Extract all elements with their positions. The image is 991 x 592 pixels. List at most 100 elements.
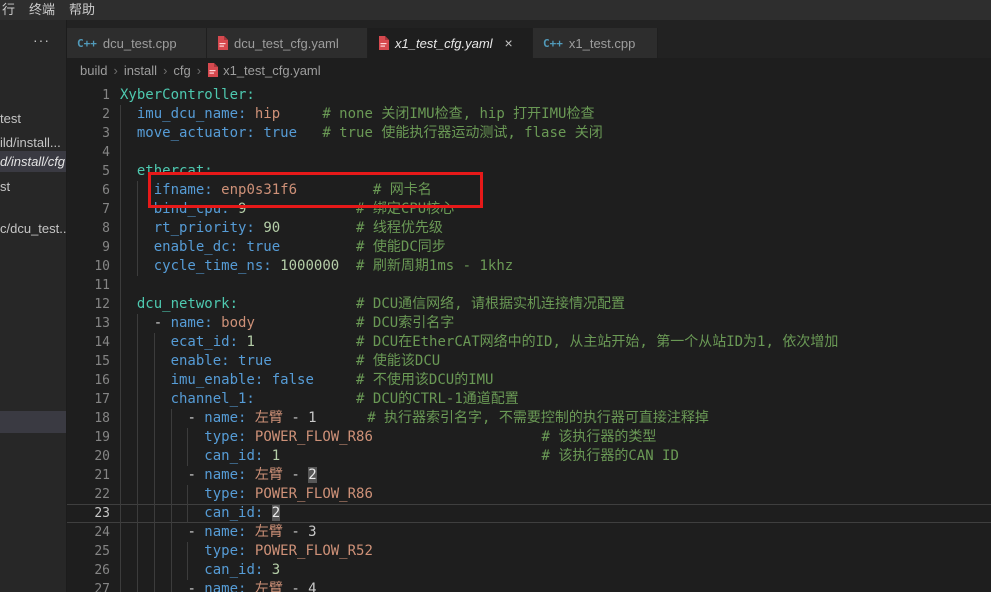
token-key: type: (204, 486, 246, 502)
token-plain (213, 315, 221, 331)
token-key: name: (171, 315, 213, 331)
token-key: type: (204, 543, 246, 559)
indent-guide-line (120, 485, 121, 504)
token-str: 左臂 (255, 467, 283, 483)
indent-guide-line (120, 352, 121, 371)
line-number: 26 (67, 561, 110, 580)
token-key: enable_dc: (154, 239, 238, 255)
token-plain (255, 315, 356, 331)
token-plain (246, 410, 254, 426)
indent-guide-line (171, 485, 172, 504)
breadcrumb-item-cfg[interactable]: cfg (173, 63, 190, 78)
breadcrumb-file-label: x1_test_cfg.yaml (223, 63, 321, 78)
token-cmt: # 使能该DCU (356, 353, 440, 369)
token-plain (280, 106, 322, 122)
token-plain (120, 353, 171, 369)
indent-guide-line (171, 428, 172, 447)
code-line: 6 ifname: enp0s31f6 # 网卡名 (67, 181, 991, 200)
code-editor[interactable]: 1XyberController:2 imu_dcu_name: hip # n… (67, 82, 991, 592)
menu-item-终端[interactable]: 终端 (29, 0, 55, 20)
line-number: 10 (67, 257, 110, 276)
token-plain (120, 391, 171, 407)
token-plain (120, 486, 204, 502)
indent-guide-line (137, 200, 138, 219)
breadcrumb-file[interactable]: x1_test_cfg.yaml (207, 63, 321, 78)
menu-item-行[interactable]: 行 (2, 0, 15, 20)
code-content: imu_enable: false # 不使用该DCU的IMU (120, 371, 493, 390)
indent-guide-line (137, 238, 138, 257)
code-content: imu_dcu_name: hip # none 关闭IMU检查, hip 打开… (120, 105, 594, 124)
cpp-file-icon: C++ (543, 37, 563, 50)
code-content: can_id: 1 # 该执行器的CAN ID (120, 447, 679, 466)
indent-guide-line (137, 409, 138, 428)
breadcrumb-item-build[interactable]: build (80, 63, 107, 78)
token-plain (272, 353, 356, 369)
indent-guide-line (120, 181, 121, 200)
indent-guide-line (171, 580, 172, 592)
token-cmt: # DCU索引名字 (356, 315, 454, 331)
code-line: 22 type: POWER_FLOW_R86 (67, 485, 991, 504)
token-key: can_id: (204, 448, 263, 464)
tab-x1_test_cfg.yaml[interactable]: x1_test_cfg.yaml× (368, 28, 533, 58)
indent-guide-line (137, 314, 138, 333)
token-plain (120, 543, 204, 559)
token-bool: true (238, 353, 272, 369)
code-content: channel_1: # DCU的CTRL-1通道配置 (120, 390, 519, 409)
list-item[interactable]: ild/install... (0, 132, 67, 153)
token-plain (246, 543, 254, 559)
code-content: ethercat: (120, 162, 213, 181)
sidebar: ··· test ild/install...d/install/cfg st c/d… (0, 20, 67, 592)
list-item[interactable]: st (0, 176, 67, 197)
indent-guide-line (154, 333, 155, 352)
list-item[interactable]: test (0, 108, 67, 129)
line-number: 23 (67, 504, 110, 523)
menu-item-帮助[interactable]: 帮助 (69, 0, 95, 20)
tab-x1_test.cpp[interactable]: C++x1_test.cpp (533, 28, 658, 58)
indent-guide-line (120, 238, 121, 257)
token-plain (297, 182, 373, 198)
token-num: 1 (272, 448, 280, 464)
indent-guide-line (120, 371, 121, 390)
editor-group: C++dcu_test.cppdcu_test_cfg.yamlx1_test_… (67, 20, 991, 592)
indent-guide-line (137, 390, 138, 409)
token-str: 左臂 (255, 410, 283, 426)
indent-guide-line (137, 504, 138, 523)
indent-guide-line (154, 485, 155, 504)
indent-guide-line (120, 542, 121, 561)
line-number: 25 (67, 542, 110, 561)
tab-dcu_test_cfg.yaml[interactable]: dcu_test_cfg.yaml (207, 28, 368, 58)
code-line: 1XyberController: (67, 86, 991, 105)
code-content: cycle_time_ns: 1000000 # 刷新周期1ms - 1khz (120, 257, 513, 276)
code-content: dcu_network: # DCU通信网络, 请根据实机连接情况配置 (120, 295, 625, 314)
code-content: - name: body # DCU索引名字 (120, 314, 454, 333)
code-line: 18 - name: 左臂 - 1 # 执行器索引名字, 不需要控制的执行器可直… (67, 409, 991, 428)
token-plain (246, 201, 356, 217)
close-icon[interactable]: × (505, 36, 513, 50)
breadcrumb-item-install[interactable]: install (124, 63, 157, 78)
list-item[interactable]: c/dcu_test... (0, 218, 67, 239)
list-item[interactable]: d/install/cfg (0, 151, 67, 172)
list-item-selected-empty[interactable] (0, 411, 67, 433)
indent-guide-line (137, 371, 138, 390)
token-key: channel_1: (171, 391, 255, 407)
indent-guide-line (171, 523, 172, 542)
code-line: 2 imu_dcu_name: hip # none 关闭IMU检查, hip … (67, 105, 991, 124)
token-key: ecat_id: (171, 334, 238, 350)
token-key: name: (204, 524, 246, 540)
token-str: 左臂 (255, 524, 283, 540)
indent-guide-line (120, 447, 121, 466)
tab-dcu_test.cpp[interactable]: C++dcu_test.cpp (67, 28, 207, 58)
more-actions-icon[interactable]: ··· (33, 32, 50, 48)
token-plain (255, 391, 356, 407)
indent-guide-line (120, 276, 121, 295)
indent-guide-line (120, 561, 121, 580)
code-content: move_actuator: true # true 使能执行器运动测试, fl… (120, 124, 603, 143)
token-lit: - 1 (283, 410, 317, 426)
indent-guide-line (137, 466, 138, 485)
token-rootkey: XyberController: (120, 87, 255, 103)
token-key: name: (204, 467, 246, 483)
indent-guide-line (154, 390, 155, 409)
token-plain (120, 448, 204, 464)
indent-guide-line (120, 200, 121, 219)
indent-guide-line (137, 485, 138, 504)
